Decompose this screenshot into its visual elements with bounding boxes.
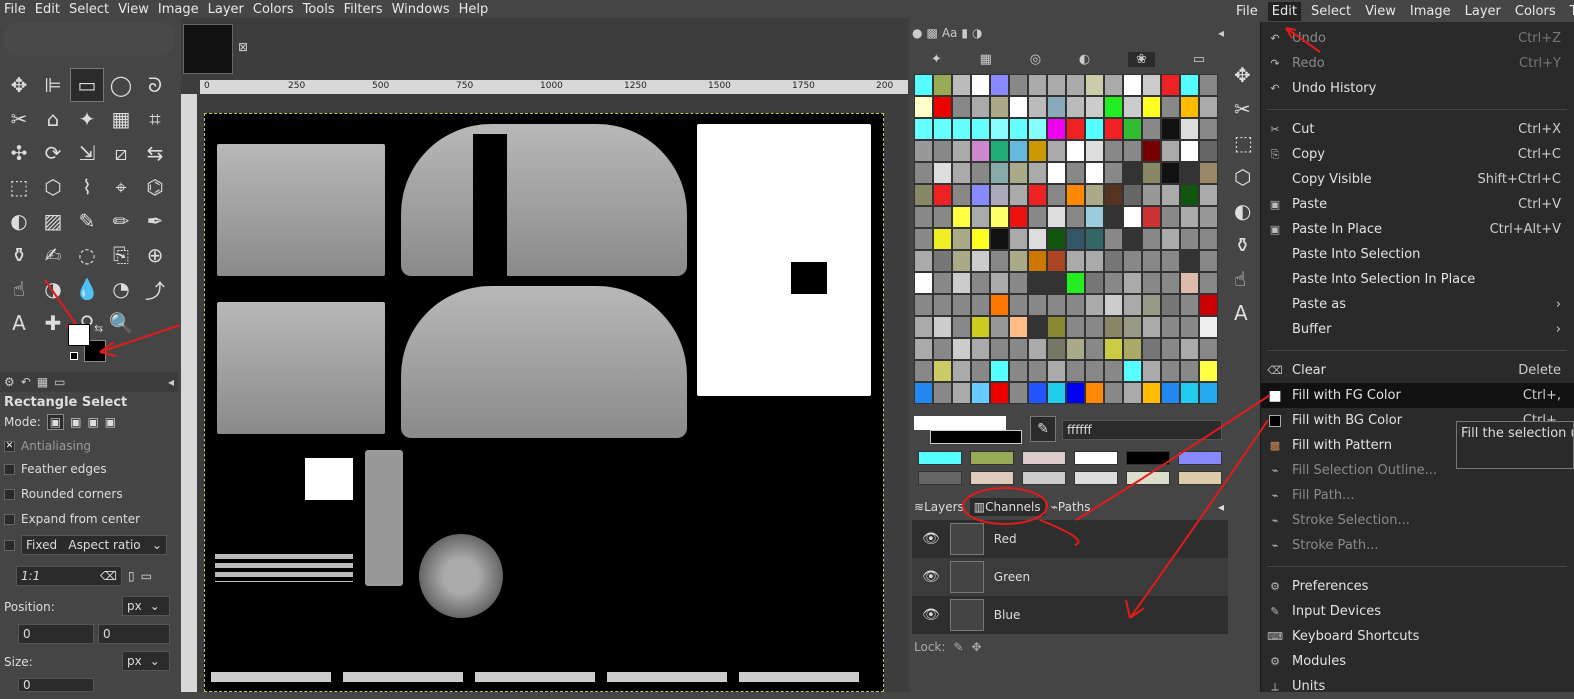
fg-color-swatch[interactable] <box>68 324 90 346</box>
annotation-arrow <box>1125 419 1269 619</box>
annotation-arrow <box>1285 27 1321 53</box>
annotation-overlay <box>44 27 1321 619</box>
annotation-arrow <box>44 279 81 331</box>
annotation-arrow <box>1039 519 1080 546</box>
annotation-arrow <box>99 324 181 357</box>
annotation-arrow <box>1075 394 1271 521</box>
annotation-circle <box>962 487 1048 525</box>
